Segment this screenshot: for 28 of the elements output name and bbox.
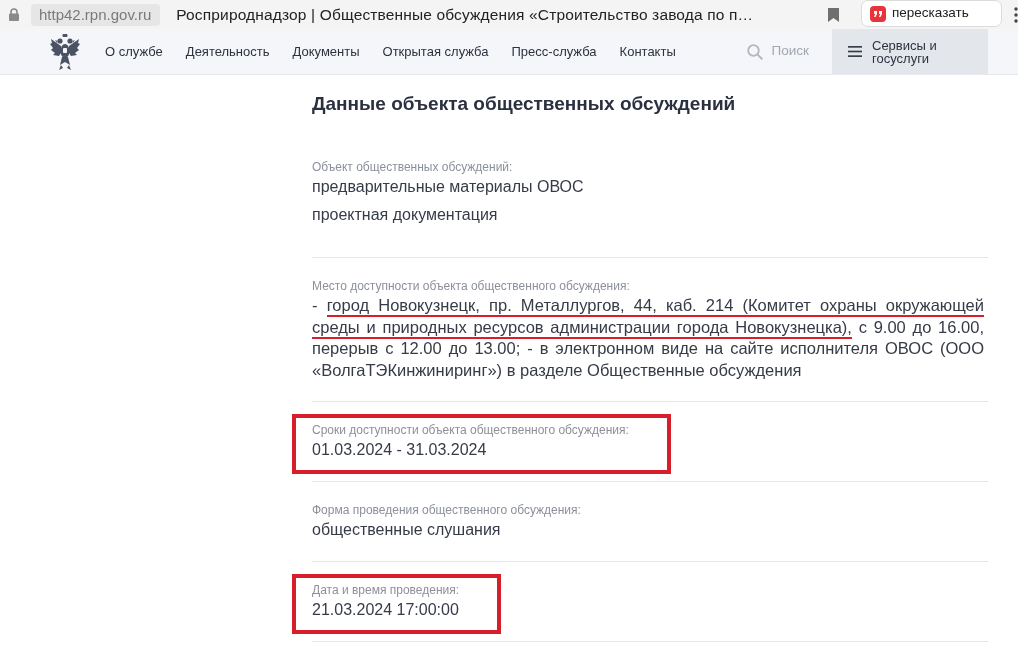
nav-link[interactable]: Пресс-служба [511, 41, 597, 62]
field-label: Место доступности объекта общественного обсуждения: [312, 278, 631, 294]
field-value: 01.03.2024 - 31.03.2024 [312, 439, 488, 460]
field-value: предварительные материалы ОВОС [312, 177, 585, 197]
more-icon[interactable] [1014, 6, 1018, 23]
field-label: Форма проведения общественного обсуждения: [312, 501, 582, 518]
page-heading: Данные объекта общественных обсуждений [312, 92, 737, 116]
field-label: Сроки доступности объекта общественного обсуждения: [312, 421, 629, 438]
eagle-emblem-icon[interactable] [50, 33, 80, 70]
field-value: проектная документация [312, 205, 499, 225]
bookmark-icon[interactable] [828, 7, 839, 22]
field-value: общественные слушания [312, 519, 502, 540]
services-button[interactable]: Сервисы и госуслуги [832, 29, 988, 74]
nav-link[interactable]: Открытая служба [382, 41, 489, 62]
menu-icon [848, 46, 862, 57]
field-label: Объект общественных обсуждений: [312, 159, 514, 175]
nav-link[interactable]: Документы [292, 41, 360, 62]
quote-icon [870, 5, 886, 22]
retell-button[interactable]: пересказать [861, 0, 1002, 27]
page-title-text: Росприроднадзор | Общественные обсуждения «Строительство завода по п… [176, 4, 755, 25]
search-icon [746, 43, 763, 60]
nav-link[interactable]: О службе [105, 41, 163, 62]
field-value: 21.03.2024 17:00:00 [312, 599, 460, 620]
field-label: Дата и время проведения: [312, 581, 460, 598]
field-value: - город Новокузнецк, пр. Металлургов, 44, каб. 214 (Комитет охраны окружающей среды и природных ресурсов администрации города Новокузнецка), с 9.00 до 16.00, перерыв с 12.00 до 13.00; - в электронном виде на сайте исполнителя ОВОС (ООО «ВолгаТЭКинжиниринг») в разделе Общественные обсуждения [312, 295, 984, 382]
lock-icon [9, 8, 19, 21]
nav-link[interactable]: Контакты [619, 41, 676, 62]
nav-link[interactable]: Деятельность [185, 41, 270, 62]
